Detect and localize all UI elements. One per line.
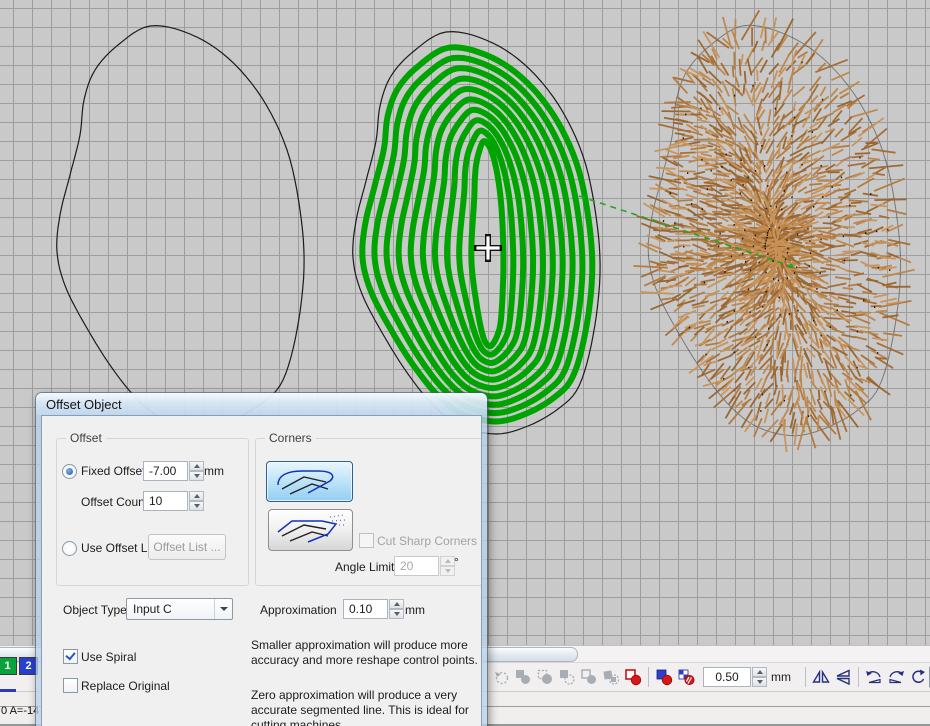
toolbar-separator <box>648 667 649 687</box>
fixed-offset-value[interactable]: -7.00 <box>143 461 188 481</box>
combine-disabled-icon <box>578 666 600 688</box>
pattern-fill-icon[interactable] <box>675 666 697 688</box>
object-type-label: Object Type <box>63 603 127 617</box>
application-window: 0.50 mm 0 1 2 0 A=-14 <box>0 0 930 726</box>
cursor-cross <box>477 237 499 259</box>
toolbar-separator <box>858 667 859 687</box>
rounded-corners-button[interactable] <box>266 461 353 502</box>
remove-overlaps-icon[interactable] <box>622 666 644 688</box>
dialog-title-text: Offset Object <box>46 397 122 412</box>
dialog-body: Offset Fixed Offset -7.00 mm Offset Coun… <box>41 415 482 726</box>
use-spiral-label: Use Spiral <box>81 650 136 664</box>
object-type-value: Input C <box>127 602 214 616</box>
offset-spiral-shape[interactable] <box>353 32 600 434</box>
object-type-dropdown[interactable]: Input C <box>126 598 233 620</box>
offset-count-spinner[interactable]: 10 <box>143 491 204 511</box>
stitched-shape[interactable] <box>634 10 915 452</box>
intersect-disabled-icon <box>534 666 556 688</box>
fixed-offset-arrows[interactable] <box>189 461 204 481</box>
offset-count-arrows[interactable] <box>189 491 204 511</box>
approximation-value[interactable]: 0.10 <box>343 599 388 619</box>
mirror-horizontal-icon[interactable] <box>810 666 832 688</box>
weld-disabled-icon <box>512 666 534 688</box>
color-palette-cluster: 1 2 0 A=-14 <box>0 657 40 726</box>
offset-distance-value[interactable]: 0.50 <box>703 667 751 687</box>
use-spiral-checkbox[interactable] <box>63 649 78 664</box>
fixed-offset-radio[interactable] <box>62 464 77 479</box>
fixed-offset-spinner[interactable]: -7.00 <box>143 461 204 481</box>
angle-limit-unit: ° <box>454 555 459 569</box>
status-readout: 0 A=-14 <box>1 705 39 717</box>
angle-limit-label: Angle Limit <box>335 560 394 574</box>
approximation-label: Approximation <box>260 603 337 617</box>
offset-list-button: Offset List ... <box>148 534 226 560</box>
approximation-unit: mm <box>405 603 425 617</box>
fragment-disabled-icon <box>600 666 622 688</box>
reset-rotation-icon[interactable] <box>907 666 929 688</box>
fuse-objects-icon[interactable] <box>653 666 675 688</box>
chevron-down-icon[interactable] <box>214 599 232 619</box>
approximation-arrows[interactable] <box>389 599 404 619</box>
use-offset-list-radio[interactable] <box>62 541 77 556</box>
offset-distance-arrows[interactable] <box>752 667 767 687</box>
angle-limit-spinner: 20 <box>394 556 455 576</box>
cut-sharp-corners-label: Cut Sharp Corners <box>377 534 477 548</box>
fixed-offset-unit: mm <box>204 464 224 478</box>
offset-distance-spinner[interactable]: 0.50 mm <box>703 667 791 687</box>
travel-run-endpoint <box>789 264 793 268</box>
rounded-corners-icon <box>270 465 349 498</box>
mirror-vertical-icon[interactable] <box>832 666 854 688</box>
outline-shape[interactable] <box>57 26 304 428</box>
dialog-titlebar[interactable]: Offset Object <box>36 393 487 415</box>
offset-object-dialog: Offset Object Offset Fixed Offset -7.00 … <box>36 393 487 726</box>
rotate-cw-icon[interactable] <box>885 666 907 688</box>
approximation-spinner[interactable]: 0.10 <box>343 599 404 619</box>
angle-limit-arrows <box>440 556 455 576</box>
offset-distance-unit: mm <box>771 670 791 684</box>
corners-group-label: Corners <box>265 431 316 445</box>
angle-limit-value: 20 <box>394 556 439 576</box>
approximation-note-1: Smaller approximation will produce more … <box>251 638 482 668</box>
offset-group-label: Offset <box>66 431 106 445</box>
trim-disabled-icon <box>490 666 512 688</box>
sharp-corners-button[interactable] <box>268 509 353 551</box>
fixed-offset-label: Fixed Offset <box>81 464 145 478</box>
toolbar-separator <box>805 667 806 687</box>
exclude-disabled-icon <box>556 666 578 688</box>
offset-count-label: Offset Count <box>81 495 148 509</box>
palette-chip-1[interactable]: 1 <box>0 657 17 675</box>
approximation-note-2: Zero approximation will produce a very a… <box>251 688 482 726</box>
offset-count-value[interactable]: 10 <box>143 491 188 511</box>
rotate-ccw-icon[interactable] <box>863 666 885 688</box>
cut-sharp-corners-checkbox <box>359 533 374 548</box>
sharp-corners-icon <box>272 513 349 547</box>
replace-original-label: Replace Original <box>81 679 170 693</box>
current-color-underline <box>0 689 16 692</box>
replace-original-checkbox[interactable] <box>63 678 78 693</box>
